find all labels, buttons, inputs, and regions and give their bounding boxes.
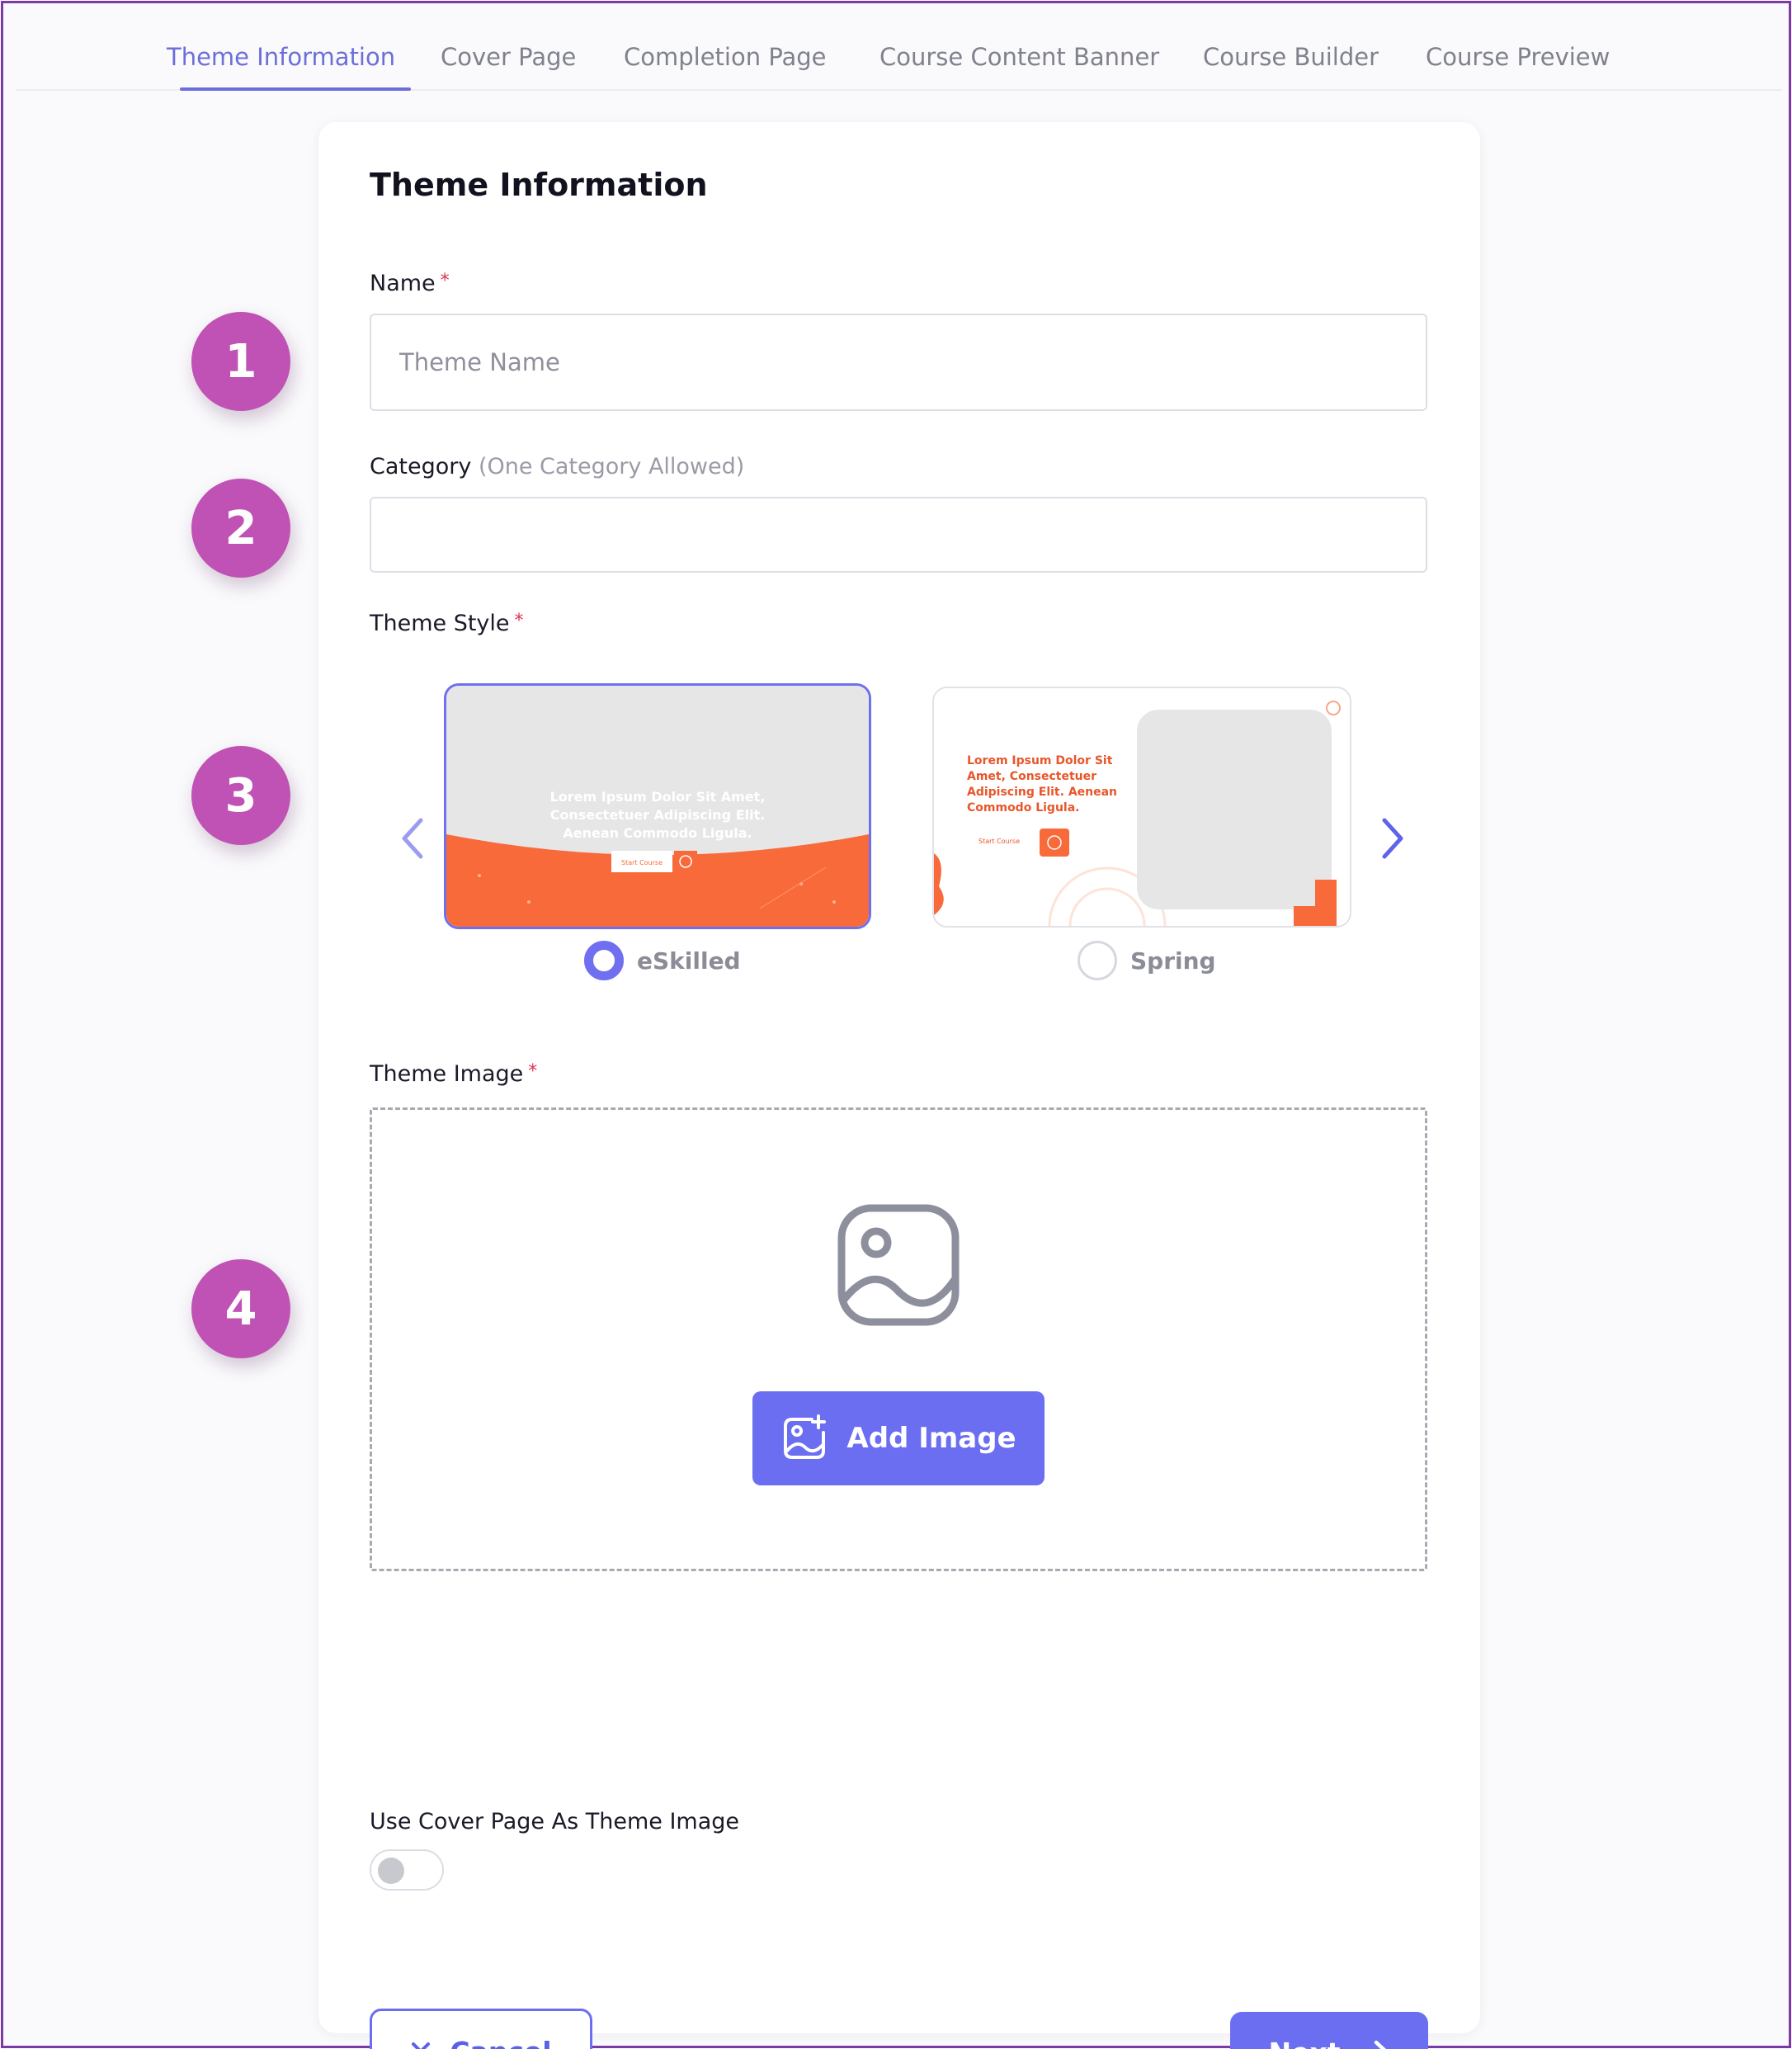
add-image-button[interactable]: Add Image [752, 1391, 1045, 1485]
theme-option-spring-label: Spring [1130, 947, 1216, 975]
tab-course-preview[interactable]: Course Preview [1426, 43, 1610, 71]
step-badge-3: 3 [191, 746, 290, 845]
screenshot-frame: Theme Information Cover Page Completion … [1, 1, 1791, 2049]
radio-unselected-icon [1078, 941, 1117, 980]
step-badge-2: 2 [191, 479, 290, 578]
spring-preview-image: Lorem Ipsum Dolor Sit Amet, Consectetuer… [934, 688, 1350, 926]
tab-cover-page[interactable]: Cover Page [441, 43, 576, 71]
theme-option-eskilled-label: eSkilled [637, 947, 741, 975]
svg-text:Aenean Commodo Ligula.: Aenean Commodo Ligula. [563, 825, 752, 841]
svg-text:Adipiscing Elit. Aenean: Adipiscing Elit. Aenean [967, 786, 1117, 799]
arrow-right-icon [1374, 2040, 1386, 2049]
theme-name-input[interactable] [370, 314, 1427, 411]
image-placeholder-icon [837, 1204, 960, 1326]
add-image-button-label: Add Image [846, 1422, 1016, 1455]
required-marker: * [514, 611, 524, 631]
cover-toggle-label: Use Cover Page As Theme Image [370, 1809, 740, 1834]
tab-bar: Theme Information Cover Page Completion … [17, 3, 1782, 91]
theme-image-label-text: Theme Image [370, 1061, 524, 1087]
step-badge-4: 4 [191, 1259, 290, 1358]
svg-text:Amet, Consectetuer: Amet, Consectetuer [967, 770, 1096, 783]
svg-text:Start Course: Start Course [621, 859, 663, 866]
cancel-button-label: Cancel [450, 2036, 551, 2049]
chevron-left-icon [402, 818, 423, 859]
svg-text:Lorem Ipsum Dolor Sit Amet,: Lorem Ipsum Dolor Sit Amet, [550, 789, 766, 805]
svg-text:Start Course: Start Course [979, 838, 1020, 845]
step-badge-1: 1 [191, 312, 290, 411]
toggle-knob [378, 1858, 404, 1884]
theme-option-eskilled-card[interactable]: Lorem Ipsum Dolor Sit Amet, Consectetuer… [444, 683, 871, 929]
tab-theme-information[interactable]: Theme Information [167, 43, 395, 71]
next-button[interactable]: Next [1230, 2012, 1428, 2049]
cancel-button[interactable]: Cancel [370, 2009, 592, 2049]
theme-image-dropzone[interactable] [370, 1107, 1427, 1571]
theme-option-eskilled-radio[interactable]: eSkilled [584, 941, 741, 980]
eskilled-preview-image: Lorem Ipsum Dolor Sit Amet, Consectetuer… [446, 686, 869, 927]
tab-completion-page[interactable]: Completion Page [624, 43, 827, 71]
tab-course-content-banner[interactable]: Course Content Banner [879, 43, 1159, 71]
svg-text:Consectetuer Adipiscing Elit.: Consectetuer Adipiscing Elit. [550, 807, 766, 823]
category-input[interactable] [370, 497, 1427, 573]
svg-text:Lorem Ipsum Dolor Sit: Lorem Ipsum Dolor Sit [967, 754, 1113, 767]
chevron-right-icon [1382, 818, 1403, 859]
theme-image-label: Theme Image * [370, 1061, 537, 1087]
card-title: Theme Information [370, 167, 708, 203]
next-button-label: Next [1268, 2037, 1340, 2049]
name-label: Name * [370, 271, 450, 296]
active-tab-indicator [180, 87, 411, 91]
category-label: Category (One Category Allowed) [370, 454, 744, 479]
radio-selected-icon [584, 941, 624, 980]
use-cover-page-toggle[interactable] [370, 1849, 444, 1891]
category-hint: (One Category Allowed) [478, 454, 745, 479]
add-image-icon [784, 1414, 827, 1459]
tab-course-builder[interactable]: Course Builder [1203, 43, 1379, 71]
theme-option-spring-card[interactable]: Lorem Ipsum Dolor Sit Amet, Consectetuer… [932, 687, 1351, 928]
carousel-prev-arrow[interactable] [396, 814, 429, 863]
category-label-text: Category [370, 454, 472, 479]
svg-text:Commodo Ligula.: Commodo Ligula. [967, 801, 1079, 814]
theme-style-label-text: Theme Style [370, 611, 510, 636]
carousel-next-arrow[interactable] [1376, 814, 1409, 863]
theme-information-card: Theme Information Name* Category (One Ca… [318, 122, 1480, 2049]
required-marker: * [440, 271, 450, 291]
close-icon [412, 2042, 431, 2049]
required-marker: * [528, 1061, 538, 1082]
theme-style-label: Theme Style * [370, 611, 524, 636]
theme-option-spring-radio[interactable]: Spring [1078, 941, 1216, 980]
name-label-text: Name [370, 271, 436, 296]
